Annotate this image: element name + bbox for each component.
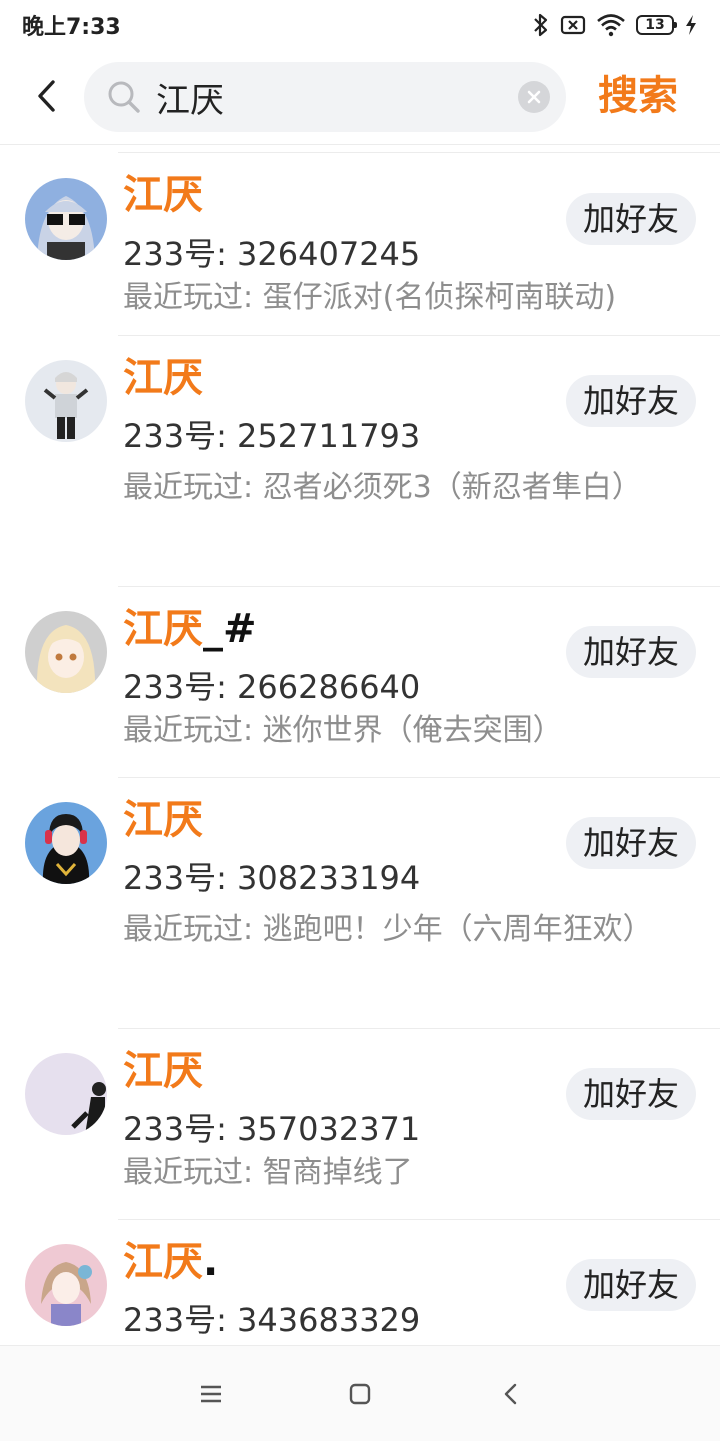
user-name-suffix: . <box>203 1239 219 1285</box>
avatar[interactable] <box>25 1053 107 1135</box>
user-name: 江厌 <box>123 345 203 403</box>
status-bar: 晚上7:33 13 <box>0 0 720 50</box>
add-friend-button[interactable]: 加好友 <box>566 1068 696 1120</box>
divider <box>118 152 720 153</box>
add-friend-button[interactable]: 加好友 <box>566 1259 696 1311</box>
divider <box>118 335 720 336</box>
list-item[interactable]: 江厌 233号: 308233194 最近玩过: 逃跑吧！少年（六周年狂欢） 加… <box>0 777 720 1028</box>
back-nav-icon[interactable] <box>497 1380 525 1408</box>
search-icon <box>108 81 140 113</box>
user-name-text: 江厌 <box>123 606 203 652</box>
divider <box>118 1219 720 1220</box>
close-icon <box>527 90 541 104</box>
list-item[interactable]: 江厌 233号: 357032371 最近玩过: 智商掉线了 加好友 <box>0 1028 720 1219</box>
user-name: 江厌 <box>123 1038 203 1096</box>
battery-icon: 13 <box>636 15 677 35</box>
user-name: 江厌 <box>123 787 203 845</box>
list-item[interactable]: 江厌_# 233号: 266286640 最近玩过: 迷你世界（俺去突围） 加好… <box>0 586 720 777</box>
avatar[interactable] <box>25 178 107 260</box>
avatar[interactable] <box>25 360 107 442</box>
add-friend-button[interactable]: 加好友 <box>566 375 696 427</box>
user-name-text: 江厌 <box>123 1239 203 1285</box>
user-name-text: 江厌 <box>123 172 203 218</box>
user-name-text: 江厌 <box>123 1048 203 1094</box>
search-button[interactable]: 搜索 <box>598 66 678 126</box>
chevron-left-icon <box>38 80 55 112</box>
result-list: 江厌 233号: 326407245 最近玩过: 蛋仔派对(名侦探柯南联动) 加… <box>0 145 720 1345</box>
avatar[interactable] <box>25 611 107 693</box>
user-name-suffix: _# <box>203 606 257 652</box>
status-icons: 13 <box>532 13 698 37</box>
user-name: 江厌. <box>123 1229 218 1287</box>
no-sim-icon <box>560 15 586 35</box>
search-input[interactable] <box>156 74 526 120</box>
charging-icon <box>686 15 696 35</box>
divider <box>118 1028 720 1029</box>
system-nav-bar <box>0 1345 720 1441</box>
user-name: 江厌_# <box>123 596 257 654</box>
search-header: 搜索 <box>0 50 720 145</box>
user-id: 233号: 357032371 <box>123 1110 421 1148</box>
list-item[interactable]: 江厌 233号: 252711793 最近玩过: 忍者必须死3（新忍者隼白） 加… <box>0 335 720 586</box>
add-friend-button[interactable]: 加好友 <box>566 626 696 678</box>
add-friend-button[interactable]: 加好友 <box>566 817 696 869</box>
list-item[interactable]: 江厌 233号: 326407245 最近玩过: 蛋仔派对(名侦探柯南联动) 加… <box>0 145 720 335</box>
back-button[interactable] <box>26 74 66 118</box>
user-id: 233号: 343683329 <box>123 1301 421 1339</box>
recently-played: 最近玩过: 蛋仔派对(名侦探柯南联动) <box>123 280 617 315</box>
status-time: 晚上7:33 <box>22 15 121 40</box>
avatar[interactable] <box>25 802 107 884</box>
user-name: 江厌 <box>123 162 203 220</box>
bluetooth-icon <box>534 13 548 37</box>
divider <box>118 777 720 778</box>
wifi-icon <box>597 14 625 37</box>
recently-played: 最近玩过: 智商掉线了 <box>123 1155 413 1190</box>
menu-icon[interactable] <box>197 1380 225 1408</box>
avatar[interactable] <box>25 1244 107 1326</box>
recently-played: 最近玩过: 逃跑吧！少年（六周年狂欢） <box>123 912 653 947</box>
user-id: 233号: 308233194 <box>123 859 421 897</box>
home-icon[interactable] <box>346 1380 374 1408</box>
user-id: 233号: 266286640 <box>123 668 421 706</box>
divider <box>118 586 720 587</box>
recently-played: 最近玩过: 迷你世界（俺去突围） <box>123 713 563 748</box>
add-friend-button[interactable]: 加好友 <box>566 193 696 245</box>
list-item[interactable]: 江厌. 233号: 343683329 加好友 <box>0 1219 720 1345</box>
search-box[interactable] <box>84 62 566 132</box>
recently-played: 最近玩过: 忍者必须死3（新忍者隼白） <box>123 470 642 505</box>
user-name-text: 江厌 <box>123 797 203 843</box>
clear-search-button[interactable] <box>518 81 550 113</box>
user-id: 233号: 252711793 <box>123 417 421 455</box>
user-name-text: 江厌 <box>123 355 203 401</box>
user-id: 233号: 326407245 <box>123 235 421 273</box>
